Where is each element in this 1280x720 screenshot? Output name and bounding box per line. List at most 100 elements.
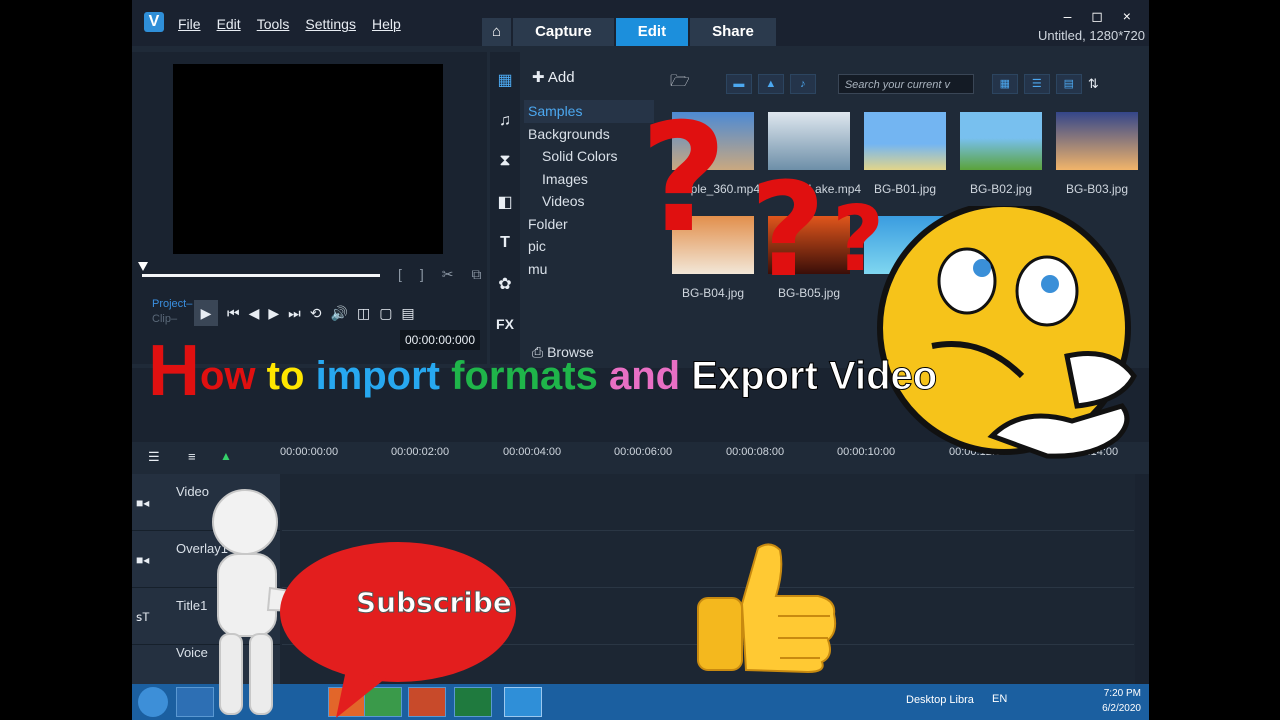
thumbs-up-graphic: [697, 543, 837, 674]
ruler-tick: 00:00:04:00: [503, 446, 562, 458]
track-row[interactable]: [282, 474, 1134, 531]
headline-import: import: [315, 354, 440, 398]
timeline-scrollbar[interactable]: [1135, 474, 1149, 684]
thumbnail[interactable]: [960, 112, 1042, 170]
add-track-icon[interactable]: ≡: [188, 449, 196, 464]
project-label[interactable]: Project–: [152, 297, 192, 312]
menu-file[interactable]: File: [178, 16, 201, 32]
menu-help[interactable]: Help: [372, 16, 401, 32]
question-mark: ?: [750, 154, 825, 300]
tray-libraries-label: Libra: [949, 694, 974, 706]
menu-bar: File Edit Tools Settings Help: [178, 16, 401, 32]
volume-icon[interactable]: 🔊: [331, 305, 348, 322]
ruler-tick: 00:00:02:00: [391, 446, 450, 458]
details-view-icon[interactable]: ▤: [1055, 73, 1082, 94]
clock-date: 6/2/2020: [1102, 703, 1141, 714]
start-button-icon[interactable]: [138, 687, 168, 717]
enlarge-icon[interactable]: ⧉: [472, 266, 482, 283]
window-controls[interactable]: – ◻ ×: [1064, 8, 1139, 25]
library-categories: ▦ ♫ ⧗ ◧ T ✿ FX: [490, 52, 520, 364]
menu-edit[interactable]: Edit: [217, 16, 241, 32]
tree-item-samples[interactable]: Samples: [524, 100, 654, 123]
add-folder-button[interactable]: ✚ Add: [532, 68, 575, 86]
title-icon[interactable]: T: [500, 234, 510, 252]
next-frame-icon[interactable]: ▶: [268, 305, 279, 322]
headline-and: and: [608, 354, 681, 398]
previous-frame-icon[interactable]: ◀: [249, 305, 260, 322]
play-icon[interactable]: ▶: [194, 300, 218, 326]
list-view-icon[interactable]: ☰: [1023, 73, 1050, 94]
trim-controls: [ ] ✂ ⧉: [398, 266, 482, 283]
player-panel: [ ] ✂ ⧉ Project– Clip– ▶ ⏮ ◀ ▶ ⏭ ⟲ 🔊 ◫ ▢…: [132, 52, 487, 364]
mark-out-icon[interactable]: ]: [420, 266, 424, 283]
tree-item-videos[interactable]: Videos: [524, 190, 654, 213]
title-track-icon: ꜱT: [136, 610, 150, 624]
tree-item-mu[interactable]: mu: [524, 258, 654, 281]
thumbnail-view-icon[interactable]: ▦: [991, 73, 1018, 94]
tree-item-solid-colors[interactable]: Solid Colors: [524, 145, 654, 168]
aspect-ratio-icon[interactable]: ▢: [379, 305, 392, 322]
tray-clock[interactable]: 7:20 PM 6/2/2020: [1102, 686, 1141, 716]
expand-icon[interactable]: ▲: [220, 449, 232, 463]
tray-desktop[interactable]: Desktop Libra: [906, 694, 974, 706]
tray-language[interactable]: EN: [992, 693, 1007, 705]
split-icon[interactable]: ✂: [442, 266, 454, 283]
overlay-track-icon: ■◂: [136, 553, 150, 567]
app-logo-icon: V: [144, 12, 164, 32]
library-tree: Samples Backgrounds Solid Colors Images …: [524, 100, 654, 280]
menu-tools[interactable]: Tools: [257, 16, 290, 32]
hd-preview-icon[interactable]: ◫: [357, 305, 370, 322]
question-mark: ?: [640, 92, 727, 266]
menu-settings[interactable]: Settings: [305, 16, 356, 32]
home-icon[interactable]: ⌂: [482, 18, 512, 46]
home-skip-icon[interactable]: ⏮: [227, 305, 240, 322]
scrub-bar[interactable]: [142, 274, 380, 277]
transport-controls: ▶ ⏮ ◀ ▶ ⏭ ⟲ 🔊 ◫ ▢ ▤: [194, 300, 415, 326]
headline-to: to: [266, 354, 305, 398]
headline-export-video: Export Video: [691, 354, 938, 399]
title-bar: V File Edit Tools Settings Help ⌂ Captur…: [132, 0, 1149, 46]
filter-icon[interactable]: ✿: [498, 274, 511, 294]
thumbnail[interactable]: [1056, 112, 1138, 170]
media-icon[interactable]: ▦: [497, 70, 512, 90]
project-info: Untitled, 1280*720: [1038, 28, 1145, 43]
repeat-icon[interactable]: ⟲: [310, 305, 322, 322]
mark-in-icon[interactable]: [: [398, 266, 402, 283]
tree-item-pic[interactable]: pic: [524, 235, 654, 258]
clip-label[interactable]: Clip–: [152, 312, 192, 327]
add-label: Add: [547, 69, 575, 86]
ruler-tick: 00:00:06:00: [614, 446, 673, 458]
instant-project-icon[interactable]: ♫: [499, 112, 511, 130]
thumbnail-label: BG-B02.jpg: [969, 182, 1033, 196]
transition-icon[interactable]: ⧗: [499, 152, 510, 170]
ruler-tick: 00:00:00:00: [280, 446, 339, 458]
tree-item-folder[interactable]: Folder: [524, 213, 654, 236]
clock-time: 7:20 PM: [1103, 688, 1141, 699]
graphic-icon[interactable]: ◧: [497, 192, 512, 212]
headline-h: H: [148, 331, 200, 411]
tree-item-images[interactable]: Images: [524, 168, 654, 191]
plus-icon: ✚: [532, 69, 548, 86]
preview-screen: [173, 64, 443, 254]
subscribe-label[interactable]: Subscribe: [356, 586, 513, 620]
video-title-overlay: How to import formats and Export Video: [148, 330, 938, 412]
video-track-icon: ■◂: [136, 496, 150, 510]
subscribe-bubble-graphic[interactable]: [276, 540, 520, 718]
sort-icon[interactable]: ⇅: [1088, 76, 1099, 92]
project-clip-toggle[interactable]: Project– Clip–: [152, 297, 192, 327]
tab-share[interactable]: Share: [690, 18, 776, 46]
storyboard-view-icon[interactable]: ☰: [148, 449, 160, 465]
tree-item-backgrounds[interactable]: Backgrounds: [524, 123, 654, 146]
headline-ow: ow: [200, 354, 256, 398]
end-skip-icon[interactable]: ⏭: [288, 305, 301, 322]
scrub-handle[interactable]: [138, 262, 148, 271]
workspace-tabs: ⌂ Capture Edit Share: [482, 18, 778, 46]
tab-capture[interactable]: Capture: [513, 18, 614, 46]
tab-edit[interactable]: Edit: [615, 18, 689, 46]
thumbnail-label: BG-B03.jpg: [1065, 182, 1129, 196]
headline-formats: formats: [451, 354, 598, 398]
display-mode-icon[interactable]: ▤: [401, 305, 414, 322]
tray-desktop-label: Desktop: [906, 694, 947, 706]
ruler-tick: 00:00:08:00: [726, 446, 785, 458]
question-marks-graphic: ? ? ?: [640, 92, 884, 300]
